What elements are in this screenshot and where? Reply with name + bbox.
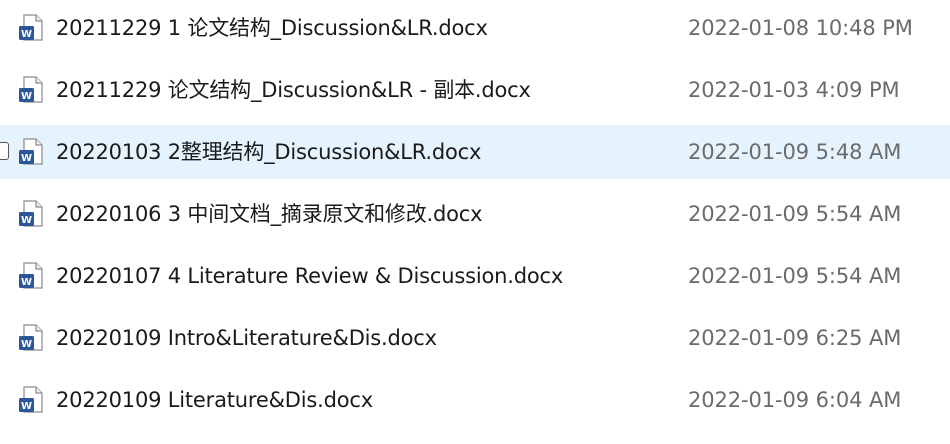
svg-text:W: W bbox=[21, 215, 32, 226]
file-modified-date: 2022-01-09 5:54 AM bbox=[688, 264, 902, 288]
file-row[interactable]: W 20220107 4 Literature Review & Discuss… bbox=[0, 249, 950, 303]
file-name[interactable]: 20220106 3 中间文档_摘录原文和修改.docx bbox=[56, 187, 483, 241]
word-document-icon: W bbox=[19, 138, 43, 165]
file-modified-date: 2022-01-09 5:54 AM bbox=[688, 202, 902, 226]
svg-text:W: W bbox=[21, 153, 32, 164]
file-name[interactable]: 20211229 1 论文结构_Discussion&LR.docx bbox=[56, 1, 488, 55]
file-name[interactable]: 20220109 Intro&Literature&Dis.docx bbox=[56, 311, 437, 365]
word-document-icon: W bbox=[19, 324, 43, 351]
svg-text:W: W bbox=[21, 91, 32, 102]
word-document-icon: W bbox=[19, 14, 43, 41]
file-modified-date: 2022-01-09 6:04 AM bbox=[688, 388, 902, 412]
file-row[interactable]: W 20220109 Literature&Dis.docx 2022-01-0… bbox=[0, 373, 950, 427]
file-modified-date: 2022-01-09 5:48 AM bbox=[688, 140, 902, 164]
word-document-icon: W bbox=[19, 386, 43, 413]
file-row[interactable]: W 20211229 论文结构_Discussion&LR - 副本.docx … bbox=[0, 63, 950, 117]
file-modified-date: 2022-01-03 4:09 PM bbox=[688, 78, 900, 102]
selection-checkbox[interactable] bbox=[0, 142, 9, 160]
file-name[interactable]: 20220109 Literature&Dis.docx bbox=[56, 373, 373, 427]
file-name[interactable]: 20220103 2整理结构_Discussion&LR.docx bbox=[56, 125, 481, 179]
word-document-icon: W bbox=[19, 200, 43, 227]
file-modified-date: 2022-01-08 10:48 PM bbox=[688, 16, 913, 40]
svg-text:W: W bbox=[21, 339, 32, 350]
svg-text:W: W bbox=[21, 277, 32, 288]
word-document-icon: W bbox=[19, 262, 43, 289]
file-row[interactable]: W 20220106 3 中间文档_摘录原文和修改.docx 2022-01-0… bbox=[0, 187, 950, 241]
word-document-icon: W bbox=[19, 76, 43, 103]
file-row[interactable]: W 20220109 Intro&Literature&Dis.docx 202… bbox=[0, 311, 950, 365]
file-row-selected[interactable]: W 20220103 2整理结构_Discussion&LR.docx 2022… bbox=[0, 125, 950, 179]
svg-text:W: W bbox=[21, 29, 32, 40]
file-list: W 20211229 1 论文结构_Discussion&LR.docx 202… bbox=[0, 0, 950, 444]
svg-text:W: W bbox=[21, 401, 32, 412]
file-modified-date: 2022-01-09 6:25 AM bbox=[688, 326, 902, 350]
file-name[interactable]: 20220107 4 Literature Review & Discussio… bbox=[56, 249, 563, 303]
file-name[interactable]: 20211229 论文结构_Discussion&LR - 副本.docx bbox=[56, 63, 531, 117]
file-row[interactable]: W 20211229 1 论文结构_Discussion&LR.docx 202… bbox=[0, 1, 950, 55]
